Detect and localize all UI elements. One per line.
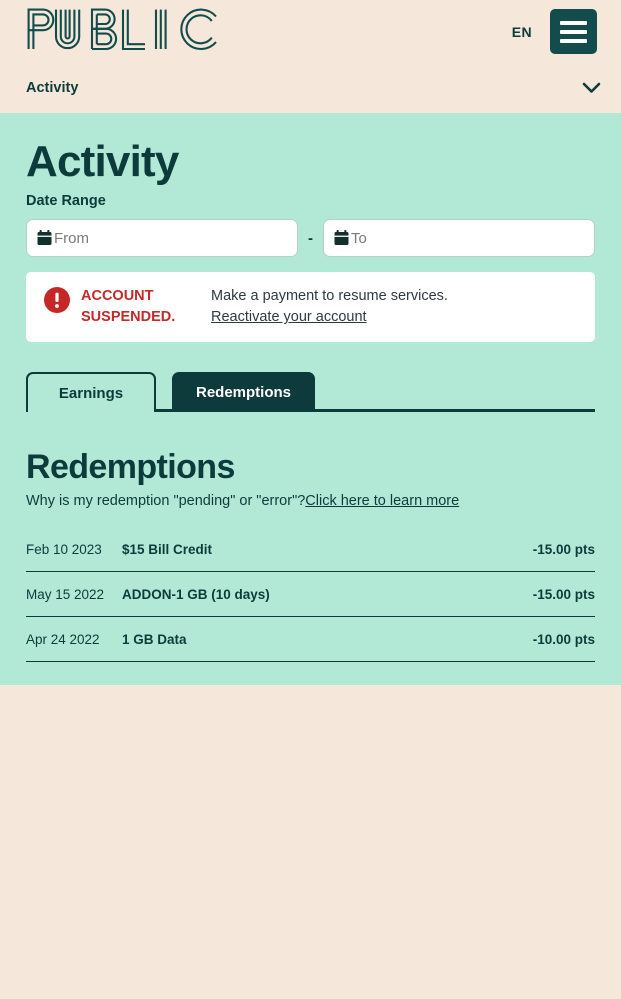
tab-redemptions[interactable]: Redemptions <box>172 372 316 413</box>
learn-more-link[interactable]: Click here to learn more <box>305 493 459 509</box>
tab-earnings-label: Earnings <box>58 384 124 402</box>
alert-body-text: Make a payment to resume services. <box>211 288 448 305</box>
date-range-label: Date Range <box>26 193 106 210</box>
subnav-label: Activity <box>26 80 79 96</box>
public-logo[interactable] <box>26 7 219 56</box>
section-title: Redemptions <box>26 448 235 487</box>
header-actions: EN <box>512 9 597 54</box>
table-row[interactable]: Apr 24 2022 1 GB Data -10.00 pts <box>26 617 595 663</box>
public-wordmark-logo <box>27 8 217 51</box>
date-range-controls: From - To <box>26 219 595 258</box>
redemption-help-question: Why is my redemption "pending" or "error… <box>26 493 306 510</box>
alert-message: Make a payment to resume services. React… <box>211 286 461 328</box>
table-row[interactable]: Feb 10 2023 $15 Bill Credit -15.00 pts <box>26 527 595 573</box>
row-amount: -15.00 pts <box>532 586 595 602</box>
row-amount: -15.00 pts <box>532 541 595 557</box>
hamburger-menu-button[interactable] <box>550 9 597 54</box>
calendar-icon <box>37 230 52 246</box>
date-range-separator: - <box>308 229 313 247</box>
hamburger-bar <box>560 29 587 34</box>
date-from-placeholder: From <box>54 229 89 247</box>
row-date: Apr 24 2022 <box>26 631 100 647</box>
date-to-placeholder: To <box>351 229 367 247</box>
row-description: 1 GB Data <box>122 631 187 647</box>
site-header: EN <box>0 0 621 63</box>
row-date: May 15 2022 <box>26 586 105 602</box>
row-amount: -10.00 pts <box>532 631 595 647</box>
hamburger-bar <box>560 38 587 43</box>
date-from-input[interactable]: From <box>26 219 298 258</box>
row-description: $15 Bill Credit <box>122 541 213 557</box>
activity-panel: Activity Date Range From - To ACCOUNT SU… <box>0 113 621 685</box>
hamburger-bar <box>560 20 587 25</box>
activity-tabs: Earnings Redemptions <box>26 370 595 413</box>
row-description: ADDON-1 GB (10 days) <box>122 586 270 602</box>
table-row[interactable]: May 15 2022 ADDON-1 GB (10 days) -15.00 … <box>26 572 595 618</box>
redemption-help-text: Why is my redemption "pending" or "error… <box>26 493 595 509</box>
page-title: Activity <box>26 137 179 186</box>
exclamation-circle-icon <box>44 287 70 314</box>
account-suspended-alert: ACCOUNT SUSPENDED. Make a payment to res… <box>26 272 595 343</box>
row-date: Feb 10 2023 <box>26 541 102 557</box>
alert-title: ACCOUNT SUSPENDED. <box>81 288 176 326</box>
date-to-input[interactable]: To <box>323 219 595 258</box>
reactivate-account-link[interactable]: Reactivate your account <box>211 309 367 325</box>
chevron-down-icon <box>582 82 601 93</box>
tab-redemptions-label: Redemptions <box>196 383 292 401</box>
tab-earnings[interactable]: Earnings <box>26 372 156 413</box>
language-selector[interactable]: EN <box>512 24 532 40</box>
calendar-icon <box>334 230 349 246</box>
redemptions-list: Feb 10 2023 $15 Bill Credit -15.00 pts M… <box>26 527 595 663</box>
subnav-activity[interactable]: Activity <box>0 63 621 113</box>
